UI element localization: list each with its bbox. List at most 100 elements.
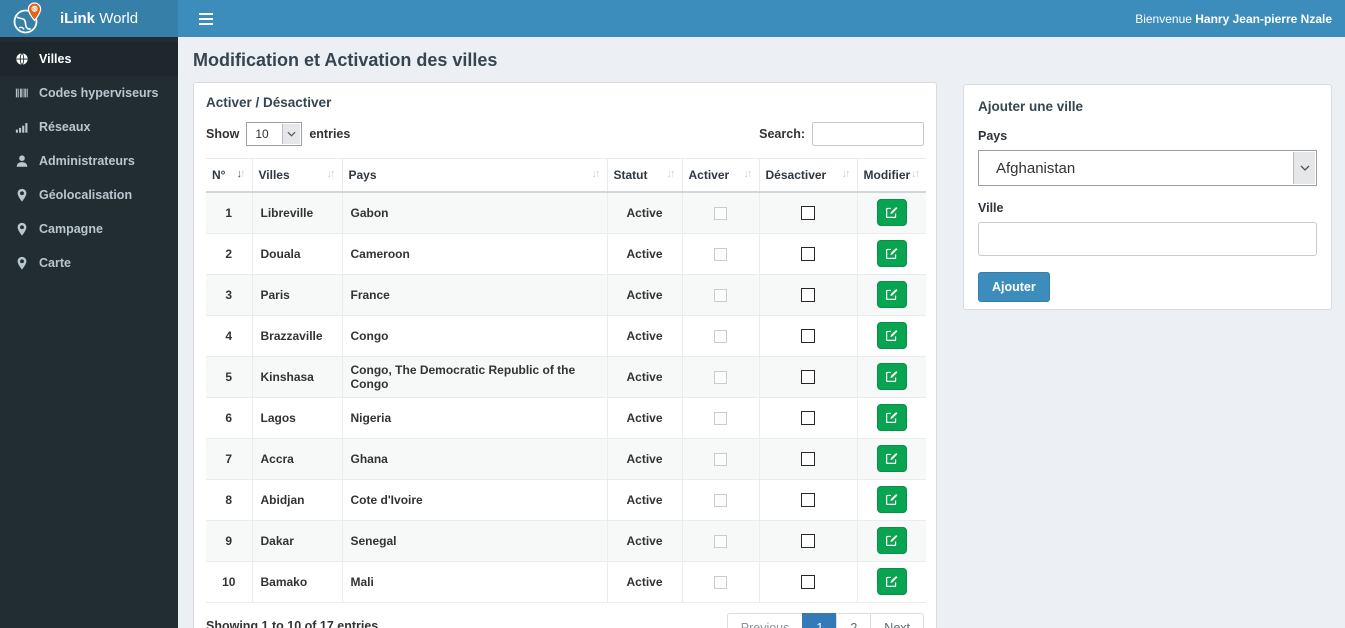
row-desactiver-cell <box>758 233 857 275</box>
activer-checkbox[interactable] <box>714 247 727 261</box>
edit-button[interactable] <box>876 527 907 554</box>
row-statut-cell: Active <box>606 397 682 439</box>
activer-checkbox[interactable] <box>714 370 727 384</box>
pagination-page-2-button[interactable]: 2 <box>836 612 872 628</box>
column-header-statut[interactable]: Statut ↓↑ <box>606 158 682 193</box>
edit-button[interactable] <box>876 240 907 267</box>
edit-button[interactable] <box>876 568 907 595</box>
pencil-square-icon <box>886 288 898 300</box>
table-row: 7 Accra Ghana Active <box>206 438 926 480</box>
pencil-square-icon <box>886 493 898 505</box>
edit-button[interactable] <box>876 322 907 349</box>
sidebar-item-villes[interactable]: Villes <box>0 42 178 76</box>
activer-checkbox[interactable] <box>714 288 727 302</box>
row-pays-cell: Congo, The Democratic Republic of the Co… <box>341 356 607 398</box>
column-header-pays[interactable]: Pays ↓↑ <box>341 158 607 193</box>
row-pays-cell: Ghana <box>341 438 607 480</box>
activer-checkbox[interactable] <box>714 452 727 466</box>
row-number-cell: 8 <box>206 479 252 521</box>
welcome-text: Bienvenue Hanry Jean-pierre Nzale <box>1135 11 1332 26</box>
pagination-page-1-button[interactable]: 1 <box>802 612 838 628</box>
pays-selected-value: Afghanistan <box>996 159 1076 177</box>
brand-link[interactable]: $ iLink World <box>0 0 178 37</box>
desactiver-checkbox[interactable] <box>801 574 815 589</box>
row-pays-cell: Nigeria <box>341 397 607 439</box>
pagination-next-button[interactable]: Next <box>870 612 924 628</box>
search-input[interactable] <box>812 122 924 146</box>
pencil-square-icon <box>886 247 898 259</box>
row-number-cell: 9 <box>206 520 252 562</box>
row-modifier-cell <box>856 520 926 562</box>
edit-button[interactable] <box>876 486 907 513</box>
row-statut-cell: Active <box>606 192 682 234</box>
desactiver-checkbox[interactable] <box>801 206 815 221</box>
sort-asc-icon: ↓↑ <box>236 168 246 180</box>
sidebar-item-geolocalisation[interactable]: Géolocalisation <box>0 178 178 212</box>
panel-title: Ajouter une ville <box>978 99 1084 114</box>
ville-input[interactable] <box>978 222 1317 256</box>
activer-checkbox[interactable] <box>714 206 727 220</box>
pencil-square-icon <box>886 575 898 587</box>
desactiver-checkbox[interactable] <box>801 451 815 466</box>
row-activer-cell <box>681 356 759 398</box>
activer-checkbox[interactable] <box>714 493 727 507</box>
activer-checkbox[interactable] <box>714 329 727 343</box>
pagination-previous-button[interactable]: Previous <box>726 612 804 628</box>
desactiver-checkbox[interactable] <box>801 328 815 343</box>
row-number-cell: 6 <box>206 397 252 439</box>
pays-select[interactable]: Afghanistan <box>978 150 1317 186</box>
row-statut-cell: Active <box>606 479 682 521</box>
desactiver-checkbox[interactable] <box>801 492 815 507</box>
ajouter-button[interactable]: Ajouter <box>978 272 1050 302</box>
row-ville-cell: Brazzaville <box>251 315 342 357</box>
activer-checkbox[interactable] <box>714 575 727 589</box>
row-number-cell: 10 <box>206 561 252 603</box>
column-header-numero[interactable]: N° ↓↑ <box>206 158 252 193</box>
column-header-desactiver[interactable]: Désactiver ↓↑ <box>758 158 857 193</box>
sidebar-item-administrateurs[interactable]: Administrateurs <box>0 144 178 178</box>
row-ville-cell: Kinshasa <box>251 356 342 398</box>
desactiver-checkbox[interactable] <box>801 369 815 384</box>
sidebar-item-reseaux[interactable]: Réseaux <box>0 110 178 144</box>
edit-button[interactable] <box>876 363 907 390</box>
row-modifier-cell <box>856 397 926 439</box>
sort-icon: ↓↑ <box>841 168 851 180</box>
row-statut-cell: Active <box>606 520 682 562</box>
sidebar-item-label: Géolocalisation <box>39 188 133 202</box>
column-header-villes[interactable]: Villes ↓↑ <box>251 158 342 193</box>
page-length-control: Show 10 entries <box>206 122 350 146</box>
sidebar-item-codes-hyperviseurs[interactable]: Codes hyperviseurs <box>0 76 178 110</box>
row-pays-cell: France <box>341 274 607 316</box>
edit-button[interactable] <box>876 281 907 308</box>
entries-info: Showing 1 to 10 of 17 entries <box>206 618 379 628</box>
column-header-activer[interactable]: Activer ↓↑ <box>681 158 759 193</box>
column-header-modifier[interactable]: Modifier ↓↑ <box>856 158 926 193</box>
sidebar-item-carte[interactable]: Carte <box>0 246 178 280</box>
desactiver-checkbox[interactable] <box>801 533 815 548</box>
row-ville-cell: Lagos <box>251 397 342 439</box>
edit-button[interactable] <box>876 199 907 227</box>
sidebar-item-campagne[interactable]: Campagne <box>0 212 178 246</box>
activer-checkbox[interactable] <box>714 411 727 425</box>
signal-bars-icon <box>15 123 28 133</box>
row-activer-cell <box>681 192 759 234</box>
row-statut-cell: Active <box>606 274 682 316</box>
row-modifier-cell <box>856 438 926 480</box>
edit-button[interactable] <box>876 445 907 472</box>
desactiver-checkbox[interactable] <box>801 287 815 302</box>
table-footer: Showing 1 to 10 of 17 entries Previous 1… <box>206 612 924 628</box>
row-modifier-cell <box>856 356 926 398</box>
svg-text:$: $ <box>33 6 36 12</box>
pencil-square-icon <box>886 207 898 219</box>
row-desactiver-cell <box>758 561 857 603</box>
row-ville-cell: Accra <box>251 438 342 480</box>
sort-icon: ↓↑ <box>911 168 920 180</box>
page-length-select[interactable]: 10 <box>246 122 303 146</box>
desactiver-checkbox[interactable] <box>801 410 815 425</box>
row-number-cell: 3 <box>206 274 252 316</box>
activer-checkbox[interactable] <box>714 534 727 548</box>
desactiver-checkbox[interactable] <box>801 246 815 261</box>
sort-icon: ↓↑ <box>591 168 601 180</box>
edit-button[interactable] <box>876 404 907 431</box>
menu-toggle-button[interactable] <box>191 5 221 33</box>
